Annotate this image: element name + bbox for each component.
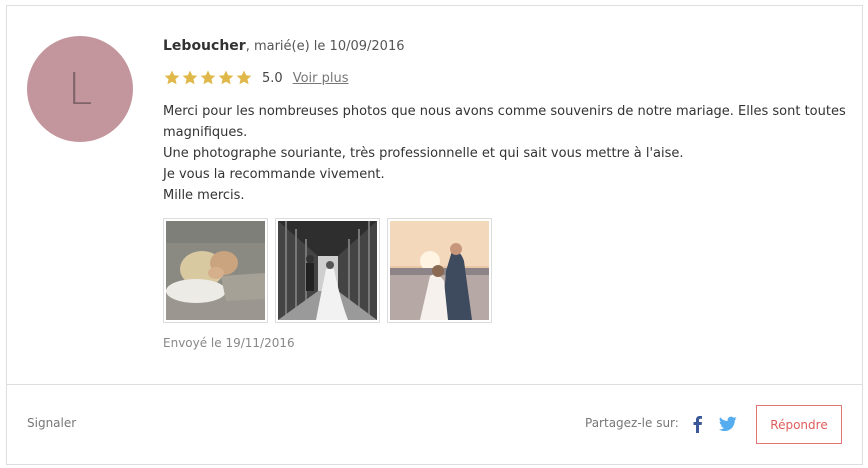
report-link[interactable]: Signaler [27, 416, 76, 430]
star-icon [163, 69, 181, 87]
star-icon [217, 69, 235, 87]
review-line: Une photographe souriante, très professi… [163, 146, 684, 161]
photo-thumbnail-bridge[interactable] [275, 218, 380, 323]
review-text: Merci pour les nombreuses photos que nou… [163, 101, 853, 206]
star-icon [235, 69, 253, 87]
star-icon [199, 69, 217, 87]
avatar: L [27, 36, 133, 142]
star-rating [163, 69, 253, 87]
review-line: Merci pour les nombreuses photos que nou… [163, 104, 846, 140]
review-content: Leboucher, marié(e) le 10/09/2016 5.0 Vo… [163, 37, 853, 350]
star-icon [181, 69, 199, 87]
avatar-letter: L [67, 63, 93, 115]
married-date: , marié(e) le 10/09/2016 [245, 39, 405, 54]
twitter-icon[interactable] [718, 416, 737, 432]
review-line: Je vous la recommande vivement. [163, 167, 385, 182]
photo-gallery [163, 218, 853, 323]
photo-thumbnail-sunset[interactable] [387, 218, 492, 323]
review-line: Mille mercis. [163, 188, 245, 203]
rating-score: 5.0 [262, 70, 283, 86]
photo-thumbnail-couple-lying[interactable] [163, 218, 268, 323]
author-name: Leboucher [163, 38, 246, 54]
sent-date: Envoyé le 19/11/2016 [163, 336, 295, 350]
voir-plus-link[interactable]: Voir plus [293, 71, 349, 86]
review-footer: Signaler Partagez-le sur: Répondre [7, 384, 862, 464]
review-header: Leboucher, marié(e) le 10/09/2016 [163, 37, 853, 56]
rating: 5.0 Voir plus [163, 68, 853, 88]
facebook-icon[interactable] [691, 415, 703, 433]
reply-button[interactable]: Répondre [756, 405, 842, 444]
share-label: Partagez-le sur: [585, 416, 679, 430]
review-card: L Leboucher, marié(e) le 10/09/2016 5.0 … [6, 5, 863, 465]
